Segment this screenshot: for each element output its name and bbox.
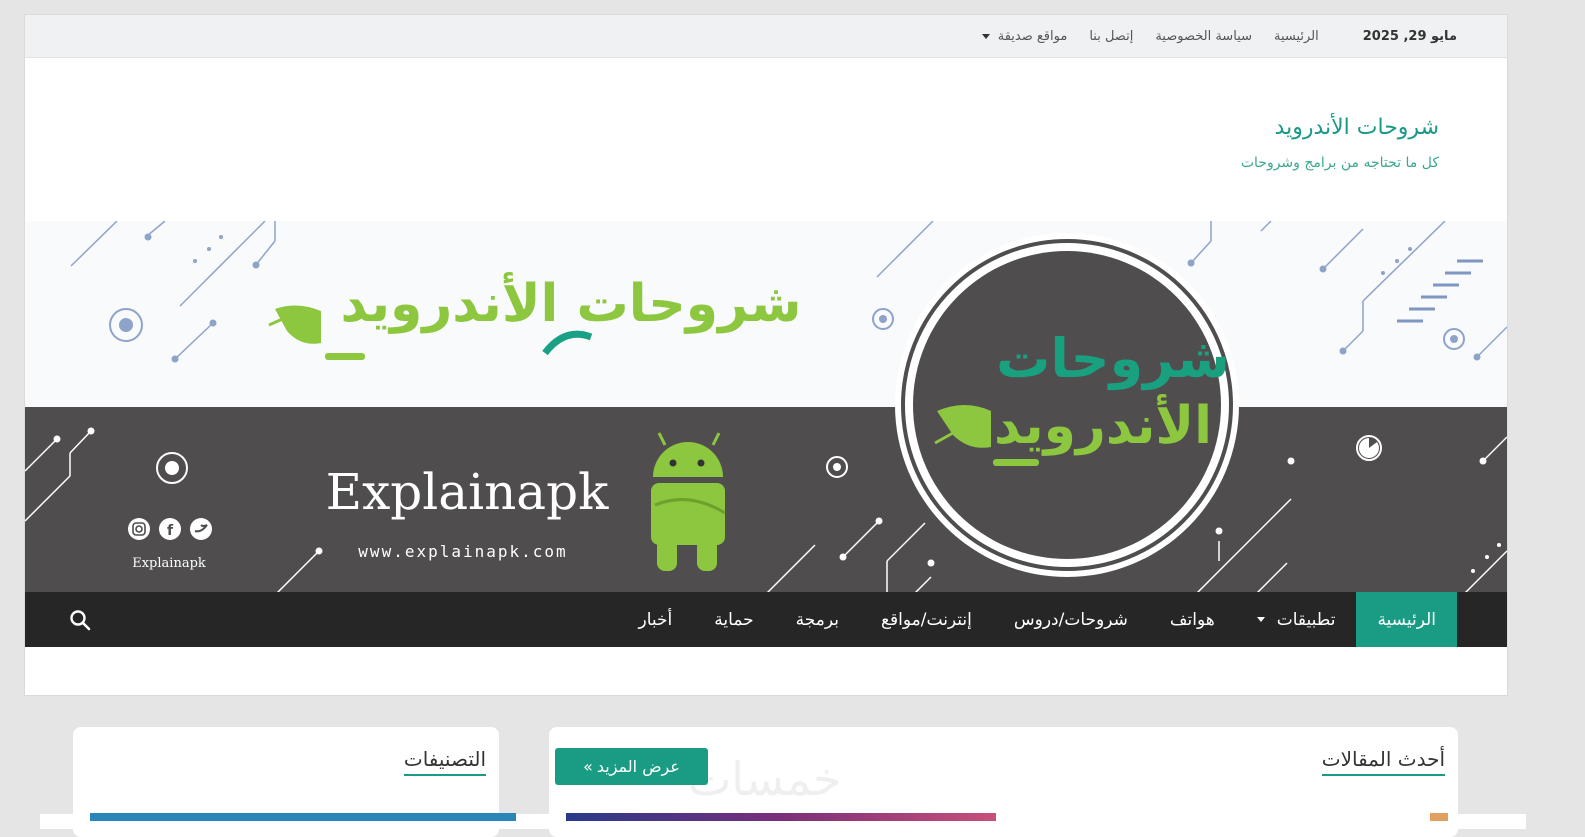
category-thumbnail[interactable]: [90, 813, 516, 821]
nav-label: هواتف: [1169, 609, 1215, 630]
topbar-link-home[interactable]: الرئيسية: [1274, 29, 1319, 44]
nav-label: تطبيقات: [1276, 609, 1336, 630]
show-more-button[interactable]: عرض المزيد »: [555, 748, 708, 785]
caret-down-icon: [981, 33, 990, 39]
facebook-icon[interactable]: f: [159, 518, 181, 540]
post-thumbnail[interactable]: [566, 813, 996, 821]
nav-item-security[interactable]: حماية: [693, 592, 774, 647]
banner-brand: Explainapk: [326, 463, 610, 521]
svg-text:f: f: [167, 523, 174, 539]
search-icon[interactable]: [69, 609, 91, 631]
nav-item-apps[interactable]: تطبيقات: [1236, 592, 1357, 647]
nav-label: الرئيسية: [1377, 609, 1436, 630]
logo-text-line1: شروحات: [996, 327, 1230, 390]
logo-text-line2: الأندرويد: [994, 393, 1212, 456]
nav-item-phones[interactable]: هواتف: [1149, 592, 1236, 647]
banner-graphic: شروحات الأندرويد شروحات الأندرويد Explai…: [25, 221, 1507, 593]
site-tagline: كل ما تحتاجه من برامج وشروحات: [1240, 155, 1439, 171]
double-chevron-icon: »: [583, 757, 593, 776]
banner-url: www.explainapk.com: [358, 542, 567, 561]
nav-label: إنترنت/مواقع: [880, 609, 972, 630]
nav-item-internet[interactable]: إنترنت/مواقع: [860, 592, 993, 647]
latest-posts-title: أحدث المقالات: [1321, 747, 1445, 776]
twitter-icon[interactable]: [190, 518, 212, 540]
topbar-dropdown-friend-sites[interactable]: مواقع صديقة: [981, 28, 1068, 44]
nav-label: حماية: [714, 609, 754, 630]
nav-label: برمجة: [795, 609, 839, 630]
nav-label: شروحات/دروس: [1013, 609, 1128, 630]
current-date: مايو 29, 2025: [1362, 28, 1457, 44]
categories-title: التصنيفات: [403, 747, 486, 776]
main-nav: الرئيسية تطبيقات هواتف شروحات/دروس إنترن…: [25, 592, 1507, 647]
topbar-link-contact[interactable]: إتصل بنا: [1089, 29, 1133, 44]
watermark-text: خمسات: [688, 752, 842, 806]
banner-header-text: شروحات الأندرويد: [340, 271, 801, 334]
caret-down-icon: [1256, 617, 1265, 622]
page-container: مايو 29, 2025 الرئيسية سياسة الخصوصية إت…: [24, 14, 1508, 696]
post-thumbnail-secondary[interactable]: [1430, 813, 1448, 821]
nav-item-programming[interactable]: برمجة: [775, 592, 860, 647]
nav-label: أخبار: [638, 609, 673, 630]
topbar-link-privacy[interactable]: سياسة الخصوصية: [1155, 29, 1252, 44]
top-bar: مايو 29, 2025 الرئيسية سياسة الخصوصية إت…: [25, 15, 1507, 58]
site-title[interactable]: شروحات الأندرويد: [1275, 115, 1439, 140]
instagram-icon[interactable]: [128, 518, 150, 540]
show-more-label: عرض المزيد: [596, 757, 680, 776]
nav-item-news[interactable]: أخبار: [618, 592, 694, 647]
nav-item-home[interactable]: الرئيسية: [1356, 592, 1457, 647]
social-caption: Explainapk: [132, 556, 206, 571]
header-banner[interactable]: شروحات الأندرويد شروحات الأندرويد Explai…: [25, 221, 1507, 593]
dropdown-label: مواقع صديقة: [997, 28, 1068, 44]
nav-item-tutorials[interactable]: شروحات/دروس: [993, 592, 1149, 647]
